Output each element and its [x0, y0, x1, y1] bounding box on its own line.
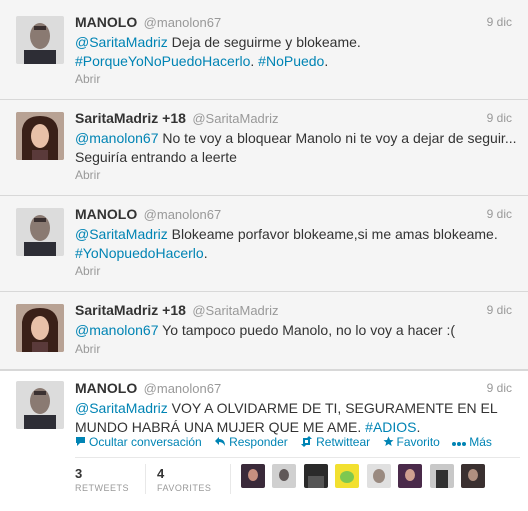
- tweet-actions: Ocultar conversación Responder Retwittea…: [75, 435, 501, 449]
- open-link[interactable]: Abrir: [75, 342, 100, 356]
- avatar[interactable]: [16, 112, 64, 160]
- mention-link[interactable]: @SaritaMadriz: [75, 400, 168, 416]
- avatar[interactable]: [16, 208, 64, 256]
- avatar[interactable]: [16, 16, 64, 64]
- tweet-text: @SaritaMadriz Deja de seguirme y blokeam…: [75, 33, 520, 71]
- tweet-date[interactable]: 9 dic: [487, 207, 512, 221]
- user-avatar-thumb[interactable]: [303, 464, 328, 488]
- user-avatar-thumb[interactable]: [272, 464, 297, 488]
- stat-divider: [230, 464, 231, 494]
- tweet-text: @SaritaMadriz Blokeame porfavor blokeame…: [75, 225, 520, 263]
- avatar[interactable]: [16, 304, 64, 352]
- favoriters-list: [241, 464, 488, 488]
- star-icon: [383, 436, 393, 446]
- tweet-item-expanded[interactable]: MANOLO @manolon67 9 dic @SaritaMadriz VO…: [0, 370, 528, 511]
- tweet-date[interactable]: 9 dic: [487, 15, 512, 29]
- mention-link[interactable]: @SaritaMadriz: [75, 34, 168, 50]
- tweet-text: @SaritaMadriz VOY A OLVIDARME DE TI, SEG…: [75, 399, 520, 437]
- author-name[interactable]: MANOLO: [75, 14, 137, 30]
- collapse-conversation-button[interactable]: Ocultar conversación: [75, 435, 202, 449]
- conversation-timeline: MANOLO @manolon67 9 dic @SaritaMadriz De…: [0, 0, 528, 511]
- favorites-stat[interactable]: 4 FAVORITES: [157, 466, 211, 493]
- author-name[interactable]: MANOLO: [75, 380, 137, 396]
- more-label: Más: [469, 435, 492, 449]
- author-handle[interactable]: @SaritaMadriz: [192, 303, 278, 318]
- user-avatar-thumb[interactable]: [335, 464, 360, 488]
- mention-link[interactable]: @manolon67: [75, 322, 159, 338]
- stat-divider: [145, 464, 146, 494]
- retweet-label: Retwittear: [316, 435, 371, 449]
- tweet-text: @manolon67 No te voy a bloquear Manolo n…: [75, 129, 520, 167]
- author-name[interactable]: SaritaMadriz +18: [75, 302, 186, 318]
- avatar[interactable]: [16, 381, 64, 429]
- tweet-date[interactable]: 9 dic: [487, 303, 512, 317]
- author-name[interactable]: MANOLO: [75, 206, 137, 222]
- tweet-body: Blokeame porfavor blokeame,si me amas bl…: [167, 226, 498, 242]
- author-handle[interactable]: @manolon67: [144, 15, 222, 30]
- favorites-label: FAVORITES: [157, 483, 212, 493]
- open-link[interactable]: Abrir: [75, 168, 100, 182]
- tweet-item[interactable]: MANOLO @manolon67 9 dic @SaritaMadriz Bl…: [0, 196, 528, 292]
- retweets-label: RETWEETS: [75, 483, 130, 493]
- tweet-text: @manolon67 Yo tampoco puedo Manolo, no l…: [75, 321, 520, 340]
- tweet-body: Deja de seguirme y blokeame.: [167, 34, 361, 50]
- tweet-item[interactable]: SaritaMadriz +18 @SaritaMadriz 9 dic @ma…: [0, 100, 528, 196]
- mention-link[interactable]: @SaritaMadriz: [75, 226, 168, 242]
- open-link[interactable]: Abrir: [75, 264, 100, 278]
- author-handle[interactable]: @manolon67: [144, 207, 222, 222]
- separator: .: [250, 53, 259, 69]
- tweet-item[interactable]: MANOLO @manolon67 9 dic @SaritaMadriz De…: [0, 0, 528, 100]
- reply-arrow-icon: [215, 437, 226, 446]
- tweet-item[interactable]: SaritaMadriz +18 @SaritaMadriz 9 dic @ma…: [0, 292, 528, 370]
- tweet-date[interactable]: 9 dic: [487, 111, 512, 125]
- user-avatar-thumb[interactable]: [241, 464, 265, 488]
- punctuation: .: [203, 245, 208, 261]
- user-avatar-thumb[interactable]: [366, 464, 391, 488]
- author-name[interactable]: SaritaMadriz +18: [75, 110, 186, 126]
- more-dots-icon: [452, 442, 467, 446]
- punctuation: .: [324, 53, 329, 69]
- more-button[interactable]: Más: [452, 435, 492, 449]
- favorite-label: Favorito: [396, 435, 440, 449]
- hashtag-link[interactable]: #NoPuedo: [258, 53, 324, 69]
- hashtag-link[interactable]: #ADIOS: [365, 419, 416, 435]
- hashtag-link[interactable]: #PorqueYoNoPuedoHacerlo: [75, 53, 250, 69]
- speech-bubble-icon: [76, 437, 85, 446]
- user-avatar-thumb[interactable]: [429, 464, 454, 488]
- retweets-stat[interactable]: 3 RETWEETS: [75, 466, 129, 493]
- favorites-count: 4: [157, 466, 165, 481]
- tweet-body: Yo tampoco puedo Manolo, no lo voy a hac…: [158, 322, 456, 338]
- mention-link[interactable]: @manolon67: [75, 130, 159, 146]
- author-handle[interactable]: @SaritaMadriz: [192, 111, 278, 126]
- collapse-label: Ocultar conversación: [89, 435, 202, 449]
- user-avatar-thumb[interactable]: [398, 464, 423, 488]
- tweet-stats: 3 RETWEETS 4 FAVORITES: [75, 457, 520, 498]
- retweet-button[interactable]: Retwittear: [300, 435, 370, 449]
- favorite-button[interactable]: Favorito: [383, 435, 440, 449]
- open-link[interactable]: Abrir: [75, 72, 100, 86]
- tweet-date[interactable]: 9 dic: [487, 381, 512, 395]
- user-avatar-thumb[interactable]: [461, 464, 486, 488]
- retweets-count: 3: [75, 466, 83, 481]
- retweet-icon: [301, 436, 313, 447]
- reply-button[interactable]: Responder: [214, 435, 288, 449]
- punctuation: .: [416, 419, 421, 435]
- author-handle[interactable]: @manolon67: [144, 381, 222, 396]
- reply-label: Responder: [229, 435, 288, 449]
- hashtag-link[interactable]: #YoNopuedoHacerlo: [75, 245, 204, 261]
